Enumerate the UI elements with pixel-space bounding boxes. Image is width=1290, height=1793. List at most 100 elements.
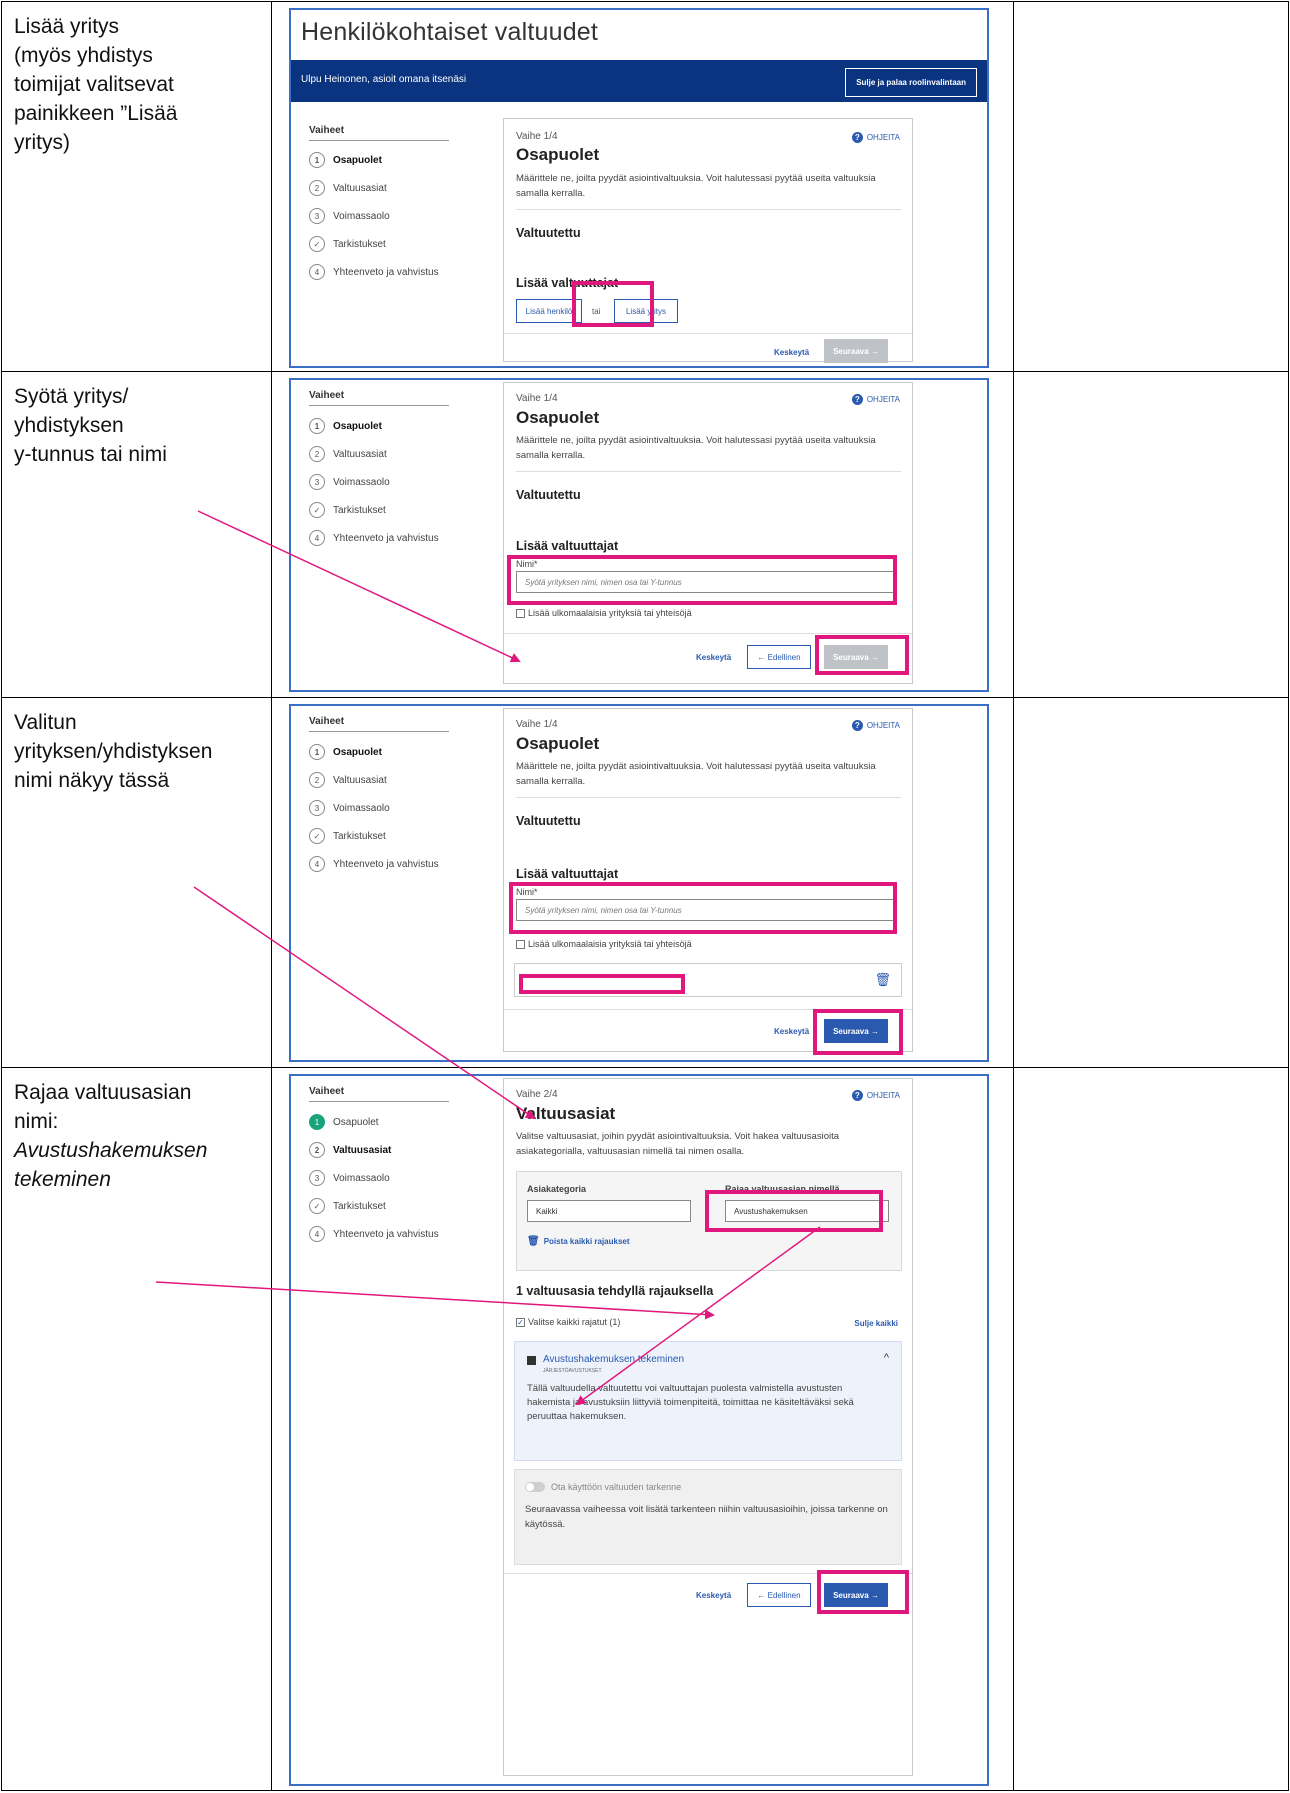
- step-item-osapuolet[interactable]: 1 Osapuolet: [309, 1114, 379, 1130]
- step-item-valtuusasiat[interactable]: 2 Valtuusasiat: [309, 1142, 391, 1158]
- card-description: Valitse valtuusasiat, joihin pyydät asio…: [516, 1131, 840, 1157]
- step-number: 2: [309, 180, 325, 196]
- step-indicator: Vaihe 1/4: [516, 393, 558, 404]
- steps-heading: Vaiheet: [309, 125, 345, 136]
- step-label: Osapuolet: [333, 746, 382, 758]
- step-label: Yhteenveto ja vahvistus: [333, 1228, 439, 1240]
- instruction-document: Lisää yritys (myös yhdistys toimijat val…: [1, 1, 1289, 1791]
- highlight-next-button: [815, 635, 909, 675]
- column-divider: [271, 2, 272, 371]
- step-indicator: Vaihe 2/4: [516, 1089, 558, 1100]
- card-title: Valtuusasiat: [516, 1104, 616, 1123]
- step-item-tarkistukset[interactable]: ✓ Tarkistukset: [309, 236, 386, 252]
- matter-category: JÄRJESTÖAVUSTUKSET: [543, 1368, 602, 1374]
- close-all-link[interactable]: Sulje kaikki: [854, 1319, 898, 1328]
- previous-button[interactable]: ← Edellinen: [747, 645, 811, 669]
- category-select[interactable]: Kaikki: [527, 1200, 691, 1222]
- caption-italic-text: Avustushakemuksen tekeminen: [14, 1139, 208, 1191]
- check-icon: ✓: [309, 502, 325, 518]
- remove-filters-link[interactable]: 🗑 Poista kaikki rajaukset: [527, 1236, 630, 1247]
- step-item-tarkistukset[interactable]: ✓ Tarkistukset: [309, 1198, 386, 1214]
- step-label: Voimassaolo: [333, 1172, 390, 1184]
- results-heading: 1 valtuusasia tehdyllä rajauksella: [516, 1284, 714, 1298]
- help-icon: ?: [851, 132, 863, 143]
- toggle-description: Seuraavassa vaiheessa voit lisätä tarken…: [525, 1504, 888, 1530]
- step-item-yhteenveto[interactable]: 4 Yhteenveto ja vahvistus: [309, 1226, 439, 1242]
- close-role-button[interactable]: Sulje ja palaa roolinvalintaan: [845, 68, 977, 97]
- step-item-yhteenveto[interactable]: 4 Yhteenveto ja vahvistus: [309, 264, 439, 280]
- step-item-tarkistukset[interactable]: ✓ Tarkistukset: [309, 828, 386, 844]
- step-item-voimassaolo[interactable]: 3 Voimassaolo: [309, 800, 390, 816]
- step-item-osapuolet[interactable]: 1 Osapuolet: [309, 152, 382, 168]
- card-description: Määrittele ne, joilta pyydät asiointival…: [516, 761, 876, 787]
- cancel-link[interactable]: Keskeytä: [774, 1027, 809, 1036]
- table-row: Lisää yritys (myös yhdistys toimijat val…: [1, 1, 1289, 371]
- step-label: Valtuusasiat: [333, 448, 387, 460]
- step-item-valtuusasiat[interactable]: 2 Valtuusasiat: [309, 180, 387, 196]
- step-number: 4: [309, 1226, 325, 1242]
- add-grantors-heading: Lisää valtuuttajat: [516, 539, 619, 553]
- step-number: 2: [309, 772, 325, 788]
- help-link[interactable]: ? OHJEITA: [851, 1090, 900, 1101]
- checkbox-checked-icon[interactable]: [527, 1356, 536, 1365]
- cancel-link[interactable]: Keskeytä: [774, 348, 809, 357]
- step-item-yhteenveto[interactable]: 4 Yhteenveto ja vahvistus: [309, 530, 439, 546]
- step-item-voimassaolo[interactable]: 3 Voimassaolo: [309, 1170, 390, 1186]
- steps-divider: [309, 405, 449, 406]
- help-link[interactable]: ? OHJEITA: [851, 394, 900, 405]
- step-label: Tarkistukset: [333, 830, 386, 842]
- step-label: Voimassaolo: [333, 210, 390, 222]
- row-caption: Rajaa valtuusasian nimi: Avustushakemuks…: [14, 1078, 259, 1194]
- step-number: 3: [309, 800, 325, 816]
- cancel-link[interactable]: Keskeytä: [696, 1591, 731, 1600]
- step-number: 1: [309, 744, 325, 760]
- column-divider: [271, 698, 272, 1067]
- steps-divider: [309, 140, 449, 141]
- previous-button[interactable]: ← Edellinen: [747, 1583, 811, 1607]
- step-number: 3: [309, 208, 325, 224]
- specifier-toggle[interactable]: [525, 1482, 545, 1492]
- step-item-voimassaolo[interactable]: 3 Voimassaolo: [309, 208, 390, 224]
- step-number: 4: [309, 856, 325, 872]
- step-label: Osapuolet: [333, 1116, 379, 1128]
- step-label: Valtuusasiat: [333, 774, 387, 786]
- step-item-tarkistukset[interactable]: ✓ Tarkistukset: [309, 502, 386, 518]
- foreign-company-checkbox[interactable]: Lisää ulkomaalaisia yrityksiä tai yhteis…: [516, 608, 692, 618]
- matter-title[interactable]: Avustushakemuksen tekeminen: [543, 1354, 684, 1365]
- divider: [516, 209, 901, 210]
- step-number: 1: [309, 152, 325, 168]
- step-label: Osapuolet: [333, 420, 382, 432]
- help-link[interactable]: ? OHJEITA: [851, 720, 900, 731]
- column-divider: [271, 372, 272, 697]
- checkbox-icon: [516, 608, 525, 618]
- step-item-voimassaolo[interactable]: 3 Voimassaolo: [309, 474, 390, 490]
- select-all-checkbox[interactable]: ✓ Valitse kaikki rajatut (1): [516, 1317, 620, 1327]
- help-link[interactable]: ? OHJEITA: [851, 132, 900, 143]
- form-card: Vaihe 1/4 ? OHJEITA Osapuolet Määrittele …: [503, 708, 914, 1052]
- add-grantors-heading: Lisää valtuuttajat: [516, 867, 619, 881]
- step-label: Voimassaolo: [333, 476, 390, 488]
- cancel-link[interactable]: Keskeytä: [696, 653, 731, 662]
- next-button-disabled[interactable]: Seuraava →: [824, 339, 888, 363]
- chevron-up-icon[interactable]: ^: [884, 1352, 889, 1364]
- steps-heading: Vaiheet: [309, 1086, 345, 1097]
- steps-heading: Vaiheet: [309, 716, 345, 727]
- step-item-valtuusasiat[interactable]: 2 Valtuusasiat: [309, 446, 387, 462]
- step-item-osapuolet[interactable]: 1 Osapuolet: [309, 744, 382, 760]
- highlight-next-button: [813, 1009, 903, 1055]
- caption-text: Rajaa valtuusasian nimi:: [14, 1081, 192, 1133]
- help-label: OHJEITA: [866, 1091, 900, 1100]
- category-label: Asiakategoria: [527, 1184, 587, 1194]
- foreign-company-checkbox[interactable]: Lisää ulkomaalaisia yrityksiä tai yhteis…: [516, 939, 692, 949]
- step-label: Yhteenveto ja vahvistus: [333, 532, 439, 544]
- card-title: Osapuolet: [516, 145, 600, 164]
- step-number: 1: [309, 418, 325, 434]
- step-item-valtuusasiat[interactable]: 2 Valtuusasiat: [309, 772, 387, 788]
- step-label: Voimassaolo: [333, 802, 390, 814]
- trash-icon[interactable]: 🗑: [874, 972, 891, 988]
- step-item-osapuolet[interactable]: 1 Osapuolet: [309, 418, 382, 434]
- step-number: 2: [309, 1142, 325, 1158]
- step-item-yhteenveto[interactable]: 4 Yhteenveto ja vahvistus: [309, 856, 439, 872]
- form-card: Vaihe 2/4 ? OHJEITA Valtuusasiat Valitse …: [503, 1078, 914, 1776]
- highlight-name-input: [509, 882, 897, 934]
